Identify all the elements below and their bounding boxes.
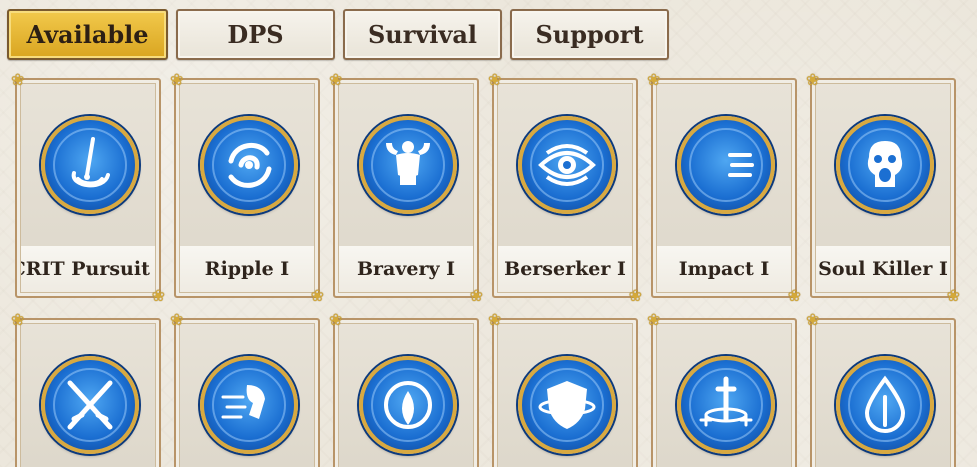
skill-card-ripple[interactable]: ❀ Ripple I ❀ (170, 72, 324, 304)
skill-name: Bravery I (339, 246, 473, 292)
screaming-skull-icon (836, 116, 934, 214)
corner-ornament: ❀ (170, 70, 184, 89)
ripple-swirl-icon (200, 116, 298, 214)
skill-card-impact[interactable]: ❀ Impact I ❀ (647, 72, 801, 304)
corner-ornament: ❀ (11, 70, 25, 89)
corner-ornament: ❀ (170, 310, 184, 329)
sword-swirl-icon (41, 116, 139, 214)
corner-ornament: ❀ (329, 310, 343, 329)
tab-survival[interactable]: Survival (343, 9, 502, 60)
skill-name: CRIT Pursuit I (21, 246, 155, 292)
tab-dps[interactable]: DPS (176, 9, 335, 60)
crossed-swords-icon (41, 356, 139, 454)
eye-icon (518, 116, 616, 214)
skill-card[interactable]: ❀ (806, 312, 956, 467)
leaf-ring-icon (359, 356, 457, 454)
skill-card-berserker[interactable]: ❀ Berserker I ❀ (488, 72, 642, 304)
corner-ornament: ❀ (151, 286, 165, 305)
corner-ornament: ❀ (628, 286, 642, 305)
skill-name: Ripple I (180, 246, 314, 292)
skill-name: Impact I (657, 246, 791, 292)
tab-available[interactable]: Available (7, 9, 168, 60)
running-figure-icon (200, 356, 298, 454)
water-drop-icon (836, 356, 934, 454)
corner-ornament: ❀ (329, 70, 343, 89)
skill-card-crit-pursuit[interactable]: ❀ CRIT Pursuit I ❀ (11, 72, 165, 304)
corner-ornament: ❀ (647, 70, 661, 89)
corner-ornament: ❀ (469, 286, 483, 305)
skill-grid: ❀ CRIT Pursuit I ❀ ❀ Ripple I ❀ ❀ Braver… (11, 72, 960, 467)
skill-card-bravery[interactable]: ❀ Bravery I ❀ (329, 72, 483, 304)
corner-ornament: ❀ (488, 310, 502, 329)
sword-heal-icon (677, 356, 775, 454)
skill-card[interactable]: ❀ (11, 312, 161, 467)
category-tabs: Available DPS Survival Support (7, 9, 669, 60)
corner-ornament: ❀ (946, 286, 960, 305)
tab-support[interactable]: Support (510, 9, 669, 60)
corner-ornament: ❀ (806, 70, 820, 89)
skill-card[interactable]: ❀ (488, 312, 638, 467)
skill-card-soul-killer[interactable]: ❀ Soul Killer I ❀ (806, 72, 960, 304)
corner-ornament: ❀ (647, 310, 661, 329)
muscle-figure-icon (359, 116, 457, 214)
corner-ornament: ❀ (806, 310, 820, 329)
skill-name: Soul Killer I (816, 246, 950, 292)
skill-card[interactable]: ❀ (647, 312, 797, 467)
corner-ornament: ❀ (787, 286, 801, 305)
crescent-impact-icon (677, 116, 775, 214)
corner-ornament: ❀ (488, 70, 502, 89)
shield-orbit-icon (518, 356, 616, 454)
skill-card[interactable]: ❀ (329, 312, 479, 467)
skill-name: Berserker I (498, 246, 632, 292)
skill-card[interactable]: ❀ (170, 312, 320, 467)
corner-ornament: ❀ (310, 286, 324, 305)
corner-ornament: ❀ (11, 310, 25, 329)
